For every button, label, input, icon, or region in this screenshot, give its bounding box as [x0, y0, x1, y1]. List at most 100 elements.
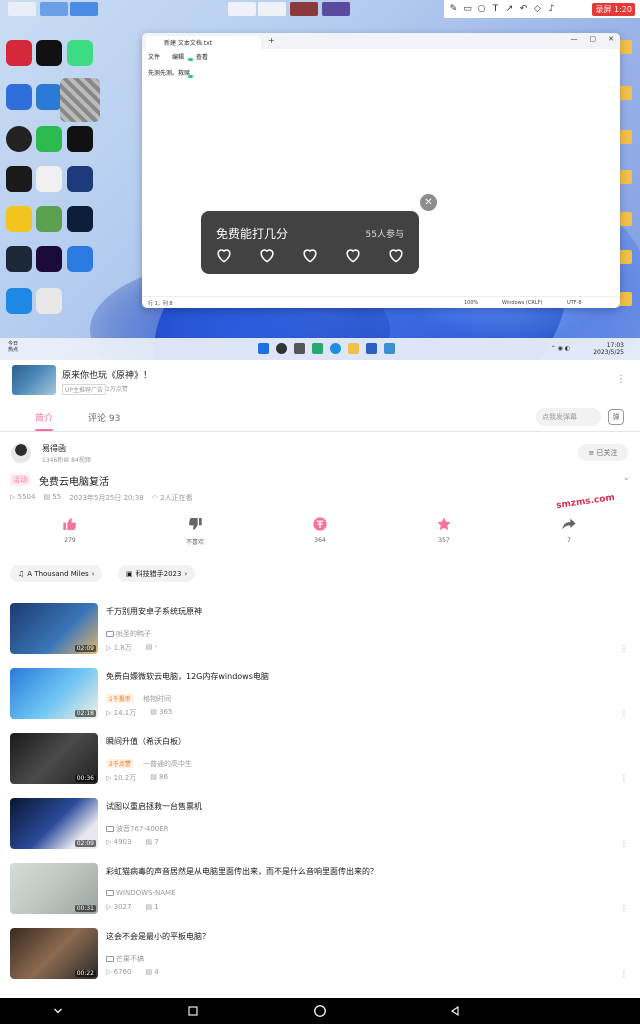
- related-video[interactable]: 02:09 试图以重启拯救一台售票机 波音767-400ER ▷ 4903 ▤ …: [0, 798, 640, 858]
- video-title-row[interactable]: 活动 免费云电脑复活 ⌄: [10, 473, 630, 489]
- notepad-text[interactable]: 先测先测。救赎: [142, 63, 620, 82]
- rating-close-button[interactable]: ✕: [420, 194, 437, 211]
- tab-comments[interactable]: 评论 93: [88, 411, 120, 424]
- home-icon[interactable]: [312, 1003, 328, 1019]
- heart-icon[interactable]: [214, 245, 234, 265]
- related-views: ▷ 1.8万: [106, 644, 132, 652]
- news-widget[interactable]: 今日 热点: [8, 341, 18, 353]
- eraser-icon[interactable]: ◇: [533, 4, 542, 14]
- app-icon: [36, 288, 62, 314]
- text-icon[interactable]: T: [491, 4, 500, 14]
- edge-icon[interactable]: [330, 343, 341, 354]
- more-icon[interactable]: ⋮: [620, 839, 628, 848]
- tab-intro[interactable]: 简介: [35, 411, 53, 424]
- record-badge[interactable]: 录屏 1:20: [592, 2, 635, 16]
- notepad-tab[interactable]: 新建 文本文档.txt: [146, 36, 261, 49]
- avatar[interactable]: [11, 443, 31, 463]
- related-uploader: 波音767-400ER: [106, 824, 169, 834]
- system-tray[interactable]: ⌃ ◉ ◐: [551, 345, 570, 352]
- app-icon[interactable]: [312, 343, 323, 354]
- rating-participants: 55人参与: [365, 230, 404, 240]
- activity-badge: 活动: [10, 474, 30, 486]
- more-icon[interactable]: ⋮: [620, 969, 628, 978]
- duration: 02:09: [74, 840, 96, 847]
- follow-button[interactable]: ≡ 已关注: [578, 444, 628, 461]
- video-meta: ▷ 5504 ▤ 55 2023年5月25日 20:38 ◠ 2人正在看: [10, 493, 193, 503]
- dislike-button[interactable]: 不喜欢: [175, 515, 215, 546]
- heart-icon[interactable]: [343, 245, 363, 265]
- status-position: 行 1，列 8: [148, 301, 173, 307]
- more-icon[interactable]: ⋮: [616, 374, 626, 385]
- related-views-count: 3027: [113, 903, 132, 911]
- duration: 02:09: [74, 645, 96, 652]
- related-uploader-name: 吮圣的鸭子: [116, 630, 151, 638]
- menu-file[interactable]: 文件: [148, 52, 160, 61]
- menu-view[interactable]: 查看: [196, 52, 208, 61]
- taskbar-clock[interactable]: 17:03 2023/5/25: [593, 342, 624, 356]
- related-danmaku-count: 86: [159, 773, 168, 781]
- danmaku-input[interactable]: 点我发弹幕: [536, 408, 601, 426]
- rating-popup: 免费能打几分 55人参与: [201, 211, 419, 274]
- notepad-icon[interactable]: [384, 343, 395, 354]
- related-thumbnail: 02:09: [10, 603, 98, 654]
- close-icon[interactable]: ✕: [608, 35, 614, 43]
- news-sub: 热点: [8, 347, 19, 353]
- recents-icon[interactable]: [185, 1003, 201, 1019]
- ad-tag: UP主推荐广告: [62, 384, 107, 395]
- share-button[interactable]: 7: [549, 515, 589, 544]
- thumb-up-icon: [63, 518, 76, 531]
- pen-cursor: [188, 58, 193, 61]
- back-icon[interactable]: [447, 1003, 463, 1019]
- start-icon[interactable]: [258, 343, 269, 354]
- search-icon[interactable]: [276, 343, 287, 354]
- undo-icon[interactable]: ↶: [519, 4, 528, 14]
- new-tab-icon[interactable]: +: [268, 36, 275, 45]
- desktop-icon: [70, 2, 98, 16]
- coin-button[interactable]: 364: [300, 515, 340, 544]
- related-video[interactable]: 02:09 千万别用安卓子系统玩原神 吮圣的鸭子 ▷ 1.8万 ▤ - ⋮: [0, 603, 640, 663]
- thumb-down-icon: [189, 517, 202, 530]
- circle-icon[interactable]: ○: [477, 4, 486, 14]
- hide-keyboard-icon[interactable]: [50, 1003, 66, 1019]
- ad-banner[interactable]: 原来你也玩《原神》！ UP主推荐广告 1万点赞 ⋮: [0, 360, 640, 402]
- related-video[interactable]: 00:31 彩虹猫病毒的声音居然是从电脑里面传出来，而不是什么音响里面传出来的？…: [0, 863, 640, 923]
- related-video[interactable]: 00:36 瞬间升值（希沃白板） 2千点赞 一普通的高中生 ▷ 10.2万 ▤ …: [0, 733, 640, 793]
- explorer-icon[interactable]: [348, 343, 359, 354]
- store-icon[interactable]: [366, 343, 377, 354]
- related-video[interactable]: 02:18 免费白嫖微软云电脑，12G内存windows电脑 1千投币 格物时间…: [0, 668, 640, 728]
- more-icon[interactable]: ⋮: [620, 904, 628, 913]
- minimize-icon[interactable]: —: [571, 35, 578, 43]
- heart-icon[interactable]: [300, 245, 320, 265]
- taskview-icon[interactable]: [294, 343, 305, 354]
- related-stats: ▷ 6760 ▤ 4: [106, 968, 159, 976]
- uploader-name[interactable]: 易得函: [42, 443, 66, 454]
- video-player[interactable]: ✎ ▭ ○ T ↗ ↶ ◇ ♪ 录屏 1:20 新建 文本文档.txt + — …: [0, 0, 640, 360]
- pen-icon[interactable]: ✎: [449, 4, 458, 14]
- topic-chip[interactable]: ▣ 科技猎手2023 ›: [118, 565, 196, 582]
- heart-icon[interactable]: [257, 245, 277, 265]
- windows-taskbar: 今日 热点 ⌃ ◉ ◐ 17:03 2023/5/25: [0, 338, 640, 360]
- more-icon[interactable]: ⋮: [620, 709, 628, 718]
- topic-icon: ▣: [126, 569, 133, 578]
- clock-time: 17:03: [606, 342, 624, 349]
- maximize-icon[interactable]: ▢: [590, 35, 597, 43]
- favorite-button[interactable]: 357: [424, 515, 464, 544]
- like-button[interactable]: 279: [50, 515, 90, 544]
- more-icon[interactable]: ⋮: [620, 774, 628, 783]
- taskbar-apps: [258, 343, 395, 354]
- mic-icon[interactable]: ♪: [547, 4, 556, 14]
- related-stats: ▷ 3027 ▤ 1: [106, 903, 159, 911]
- content-tabs: 简介 评论 93 点我发弹幕 弹: [0, 402, 640, 432]
- related-video[interactable]: 00:22 这会不会是最小的平板电脑？ 芒果不搞 ▷ 6760 ▤ 4 ⋮: [0, 928, 640, 988]
- chevron-down-icon[interactable]: ⌄: [622, 473, 630, 483]
- arrow-icon[interactable]: ↗: [505, 4, 514, 14]
- menu-edit[interactable]: 编辑: [172, 52, 184, 61]
- more-icon[interactable]: ⋮: [620, 644, 628, 653]
- chevron-right-icon: ›: [184, 569, 188, 578]
- danmaku-toggle-button[interactable]: 弹: [608, 409, 624, 425]
- image-icon: [322, 2, 350, 16]
- rectangle-icon[interactable]: ▭: [463, 4, 472, 14]
- bgm-chip[interactable]: ♫ A Thousand Miles ›: [10, 565, 103, 582]
- heart-icon[interactable]: [386, 245, 406, 265]
- danmaku-count: 55: [52, 493, 62, 501]
